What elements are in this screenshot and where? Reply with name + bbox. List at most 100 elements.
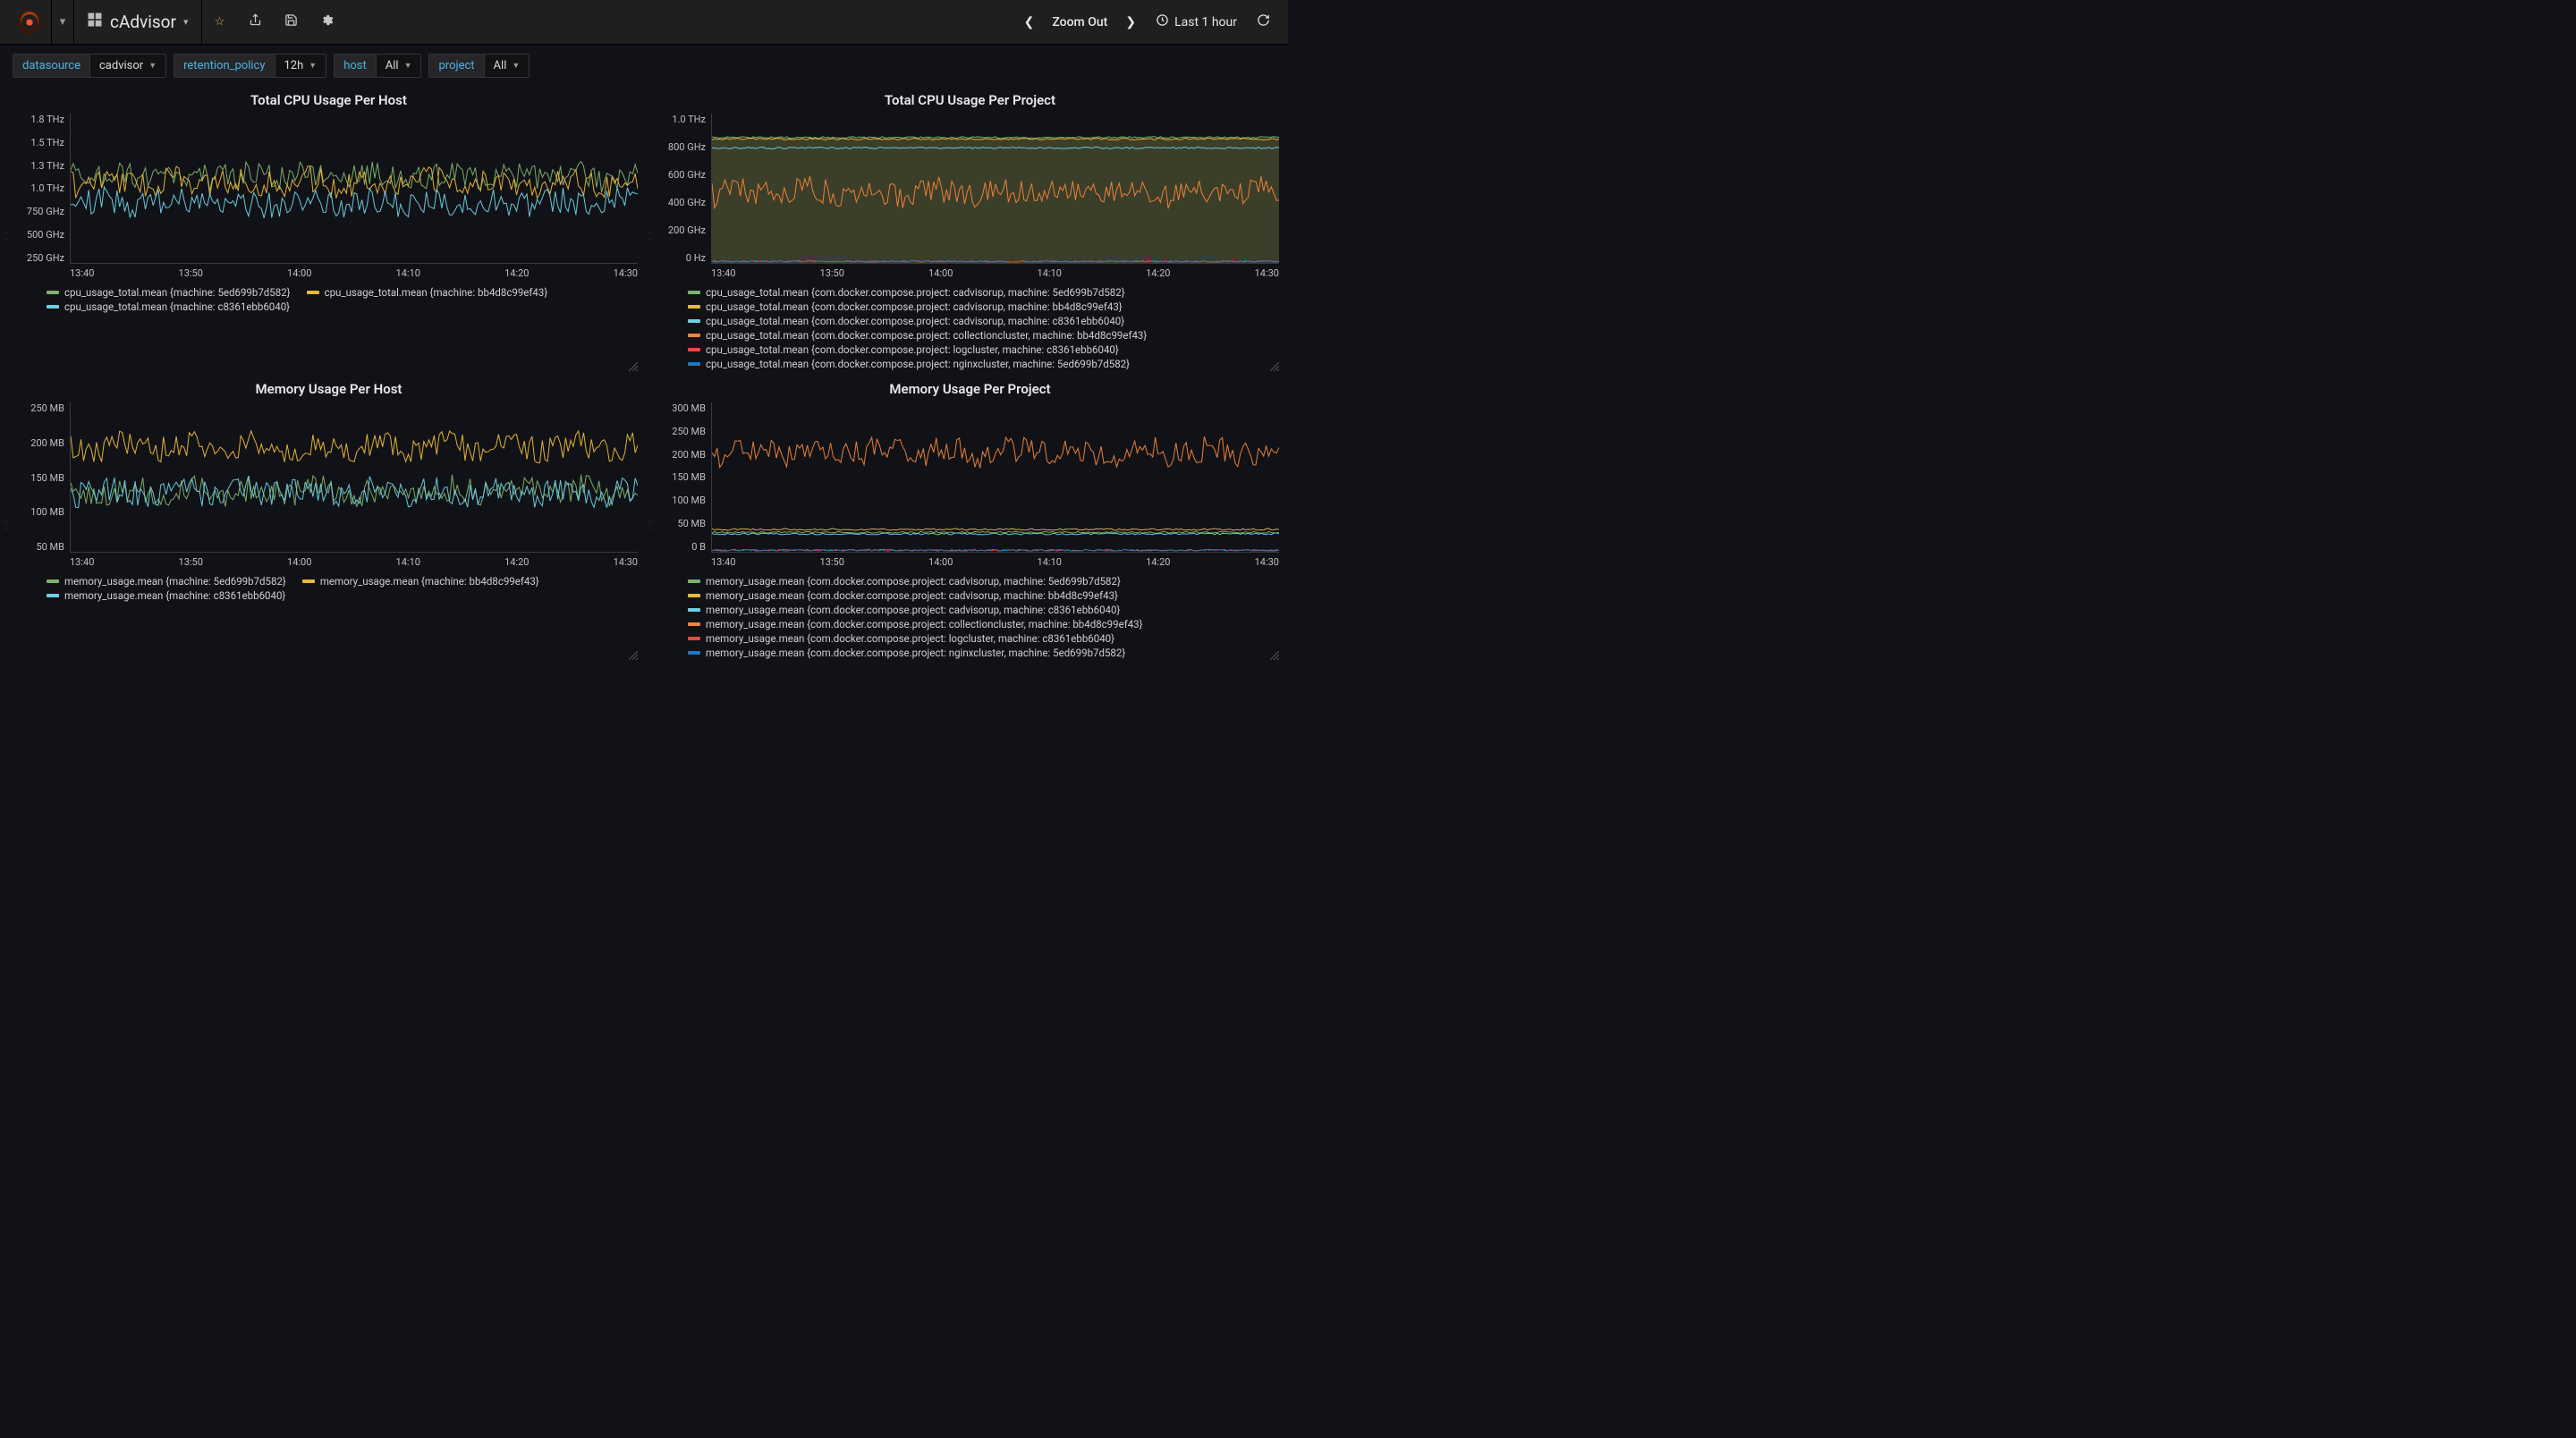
legend-item[interactable]: memory_usage.mean {com.docker.compose.pr…: [688, 647, 1125, 659]
row-drag-handle[interactable]: ⋮⋮: [644, 228, 654, 235]
x-tick-label: 13:40: [711, 556, 735, 568]
legend-label: cpu_usage_total.mean {machine: 5ed699b7d…: [64, 286, 291, 299]
legend-item[interactable]: cpu_usage_total.mean {com.docker.compose…: [688, 315, 1124, 327]
app-menu-toggle[interactable]: ▾: [52, 0, 74, 45]
legend-item[interactable]: cpu_usage_total.mean {com.docker.compose…: [688, 286, 1125, 299]
legend-label: cpu_usage_total.mean {com.docker.compose…: [706, 343, 1119, 356]
row-drag-handle[interactable]: ⋮⋮: [3, 517, 13, 524]
template-var-value-dropdown[interactable]: All ▼: [376, 54, 422, 78]
legend-item[interactable]: cpu_usage_total.mean {machine: 5ed699b7d…: [47, 286, 291, 299]
legend-swatch: [688, 291, 700, 294]
y-axis: 300 MB250 MB200 MB150 MB100 MB50 MB0 B: [661, 402, 711, 553]
template-var-value-text: All: [494, 59, 507, 72]
legend-item[interactable]: cpu_usage_total.mean {com.docker.compose…: [688, 300, 1123, 313]
chevron-down-icon: ▼: [404, 61, 412, 71]
x-tick-label: 14:00: [287, 267, 311, 279]
gear-icon: [320, 13, 334, 30]
legend-item[interactable]: cpu_usage_total.mean {com.docker.compose…: [688, 329, 1147, 342]
template-var-datasource: datasource cadvisor ▼: [13, 54, 166, 78]
grafana-logo[interactable]: [7, 0, 52, 45]
x-axis: 13:4013:5014:0014:1014:2014:30: [20, 264, 638, 281]
dashboard-icon: [87, 12, 103, 32]
legend-item[interactable]: cpu_usage_total.mean {machine: bb4d8c99e…: [307, 286, 548, 299]
x-tick-label: 13:40: [711, 267, 735, 279]
legend-label: cpu_usage_total.mean {machine: bb4d8c99e…: [325, 286, 548, 299]
legend-item[interactable]: memory_usage.mean {machine: 5ed699b7d582…: [47, 575, 286, 588]
panel: ⋮⋮ Total CPU Usage Per Host 1.8 THz1.5 T…: [5, 87, 641, 376]
y-tick-label: 50 MB: [20, 541, 64, 553]
row-drag-handle[interactable]: ⋮⋮: [3, 228, 13, 235]
row-drag-handle[interactable]: ⋮⋮: [644, 517, 654, 524]
x-tick-label: 14:10: [396, 267, 420, 279]
x-tick-label: 13:50: [820, 267, 844, 279]
x-tick-label: 14:30: [1255, 267, 1279, 279]
x-tick-label: 14:00: [287, 556, 311, 568]
chart-plot-area[interactable]: [711, 114, 1279, 264]
panel: ⋮⋮ Memory Usage Per Project 300 MB250 MB…: [647, 376, 1283, 664]
chevron-right-icon: ❯: [1125, 15, 1136, 30]
legend-swatch: [688, 305, 700, 309]
chart-plot-area[interactable]: [70, 402, 638, 553]
x-tick-label: 14:30: [614, 556, 638, 568]
star-button[interactable]: ☆: [202, 0, 238, 45]
panel-resize-handle[interactable]: [1270, 651, 1279, 663]
x-axis: 13:4013:5014:0014:1014:2014:30: [661, 264, 1279, 281]
template-var-retention_policy: retention_policy 12h ▼: [174, 54, 326, 78]
save-button[interactable]: [274, 0, 309, 45]
template-var-value-dropdown[interactable]: cadvisor ▼: [89, 54, 166, 78]
refresh-button[interactable]: [1253, 13, 1274, 30]
legend-item[interactable]: memory_usage.mean {com.docker.compose.pr…: [688, 575, 1121, 588]
template-var-value-text: 12h: [284, 59, 304, 72]
dashboard-picker[interactable]: cAdvisor ▾: [74, 0, 202, 45]
panel-title[interactable]: Memory Usage Per Host: [20, 377, 638, 402]
legend-swatch: [47, 594, 59, 597]
legend-item[interactable]: cpu_usage_total.mean {com.docker.compose…: [688, 343, 1119, 356]
legend-swatch: [688, 319, 700, 323]
legend-item[interactable]: memory_usage.mean {machine: c8361ebb6040…: [47, 589, 285, 602]
panel-resize-handle[interactable]: [629, 651, 638, 663]
legend-swatch: [688, 594, 700, 597]
legend-item[interactable]: cpu_usage_total.mean {machine: c8361ebb6…: [47, 300, 290, 313]
legend-item[interactable]: memory_usage.mean {machine: bb4d8c99ef43…: [302, 575, 539, 588]
legend-item[interactable]: memory_usage.mean {com.docker.compose.pr…: [688, 589, 1118, 602]
y-tick-label: 500 GHz: [20, 229, 64, 241]
y-axis: 1.0 THz800 GHz600 GHz400 GHz200 GHz0 Hz: [661, 114, 711, 264]
legend-item[interactable]: cpu_usage_total.mean {com.docker.compose…: [688, 358, 1130, 370]
legend-item[interactable]: memory_usage.mean {com.docker.compose.pr…: [688, 604, 1120, 616]
top-nav: ▾ cAdvisor ▾ ☆ ❮ Zoom Out ❯ Last: [0, 0, 1288, 45]
chevron-down-icon: ▾: [183, 16, 189, 28]
panel-title[interactable]: Memory Usage Per Project: [661, 377, 1279, 402]
template-var-value-dropdown[interactable]: 12h ▼: [275, 54, 327, 78]
legend: memory_usage.mean {machine: 5ed699b7d582…: [20, 570, 638, 604]
y-tick-label: 250 MB: [20, 402, 64, 414]
y-tick-label: 250 GHz: [20, 252, 64, 264]
y-tick-label: 150 MB: [661, 471, 706, 483]
time-forward-button[interactable]: ❯: [1122, 15, 1140, 30]
panel-resize-handle[interactable]: [1270, 362, 1279, 374]
time-back-button[interactable]: ❮: [1021, 15, 1038, 30]
y-axis: 1.8 THz1.5 THz1.3 THz1.0 THz750 GHz500 G…: [20, 114, 70, 264]
y-tick-label: 750 GHz: [20, 206, 64, 217]
legend-item[interactable]: memory_usage.mean {com.docker.compose.pr…: [688, 618, 1143, 630]
y-tick-label: 800 GHz: [661, 141, 706, 153]
chart-plot-area[interactable]: [70, 114, 638, 264]
y-tick-label: 50 MB: [661, 518, 706, 529]
template-var-value-dropdown[interactable]: All ▼: [484, 54, 530, 78]
panel: ⋮⋮ Memory Usage Per Host 250 MB200 MB150…: [5, 376, 641, 664]
panel-title[interactable]: Total CPU Usage Per Project: [661, 89, 1279, 114]
zoom-out-button[interactable]: Zoom Out: [1046, 15, 1113, 30]
legend-label: memory_usage.mean {machine: bb4d8c99ef43…: [320, 575, 539, 588]
share-button[interactable]: [238, 0, 274, 45]
legend-item[interactable]: memory_usage.mean {com.docker.compose.pr…: [688, 632, 1114, 645]
legend-label: cpu_usage_total.mean {com.docker.compose…: [706, 286, 1125, 299]
y-tick-label: 0 B: [661, 541, 706, 553]
refresh-icon: [1257, 13, 1270, 30]
panel-title[interactable]: Total CPU Usage Per Host: [20, 89, 638, 114]
legend: memory_usage.mean {com.docker.compose.pr…: [661, 570, 1279, 661]
y-tick-label: 400 GHz: [661, 197, 706, 208]
chart-plot-area[interactable]: [711, 402, 1279, 553]
legend-label: cpu_usage_total.mean {com.docker.compose…: [706, 358, 1130, 370]
settings-button[interactable]: [309, 0, 345, 45]
panel-resize-handle[interactable]: [629, 362, 638, 374]
time-range-button[interactable]: Last 1 hour: [1148, 13, 1244, 30]
